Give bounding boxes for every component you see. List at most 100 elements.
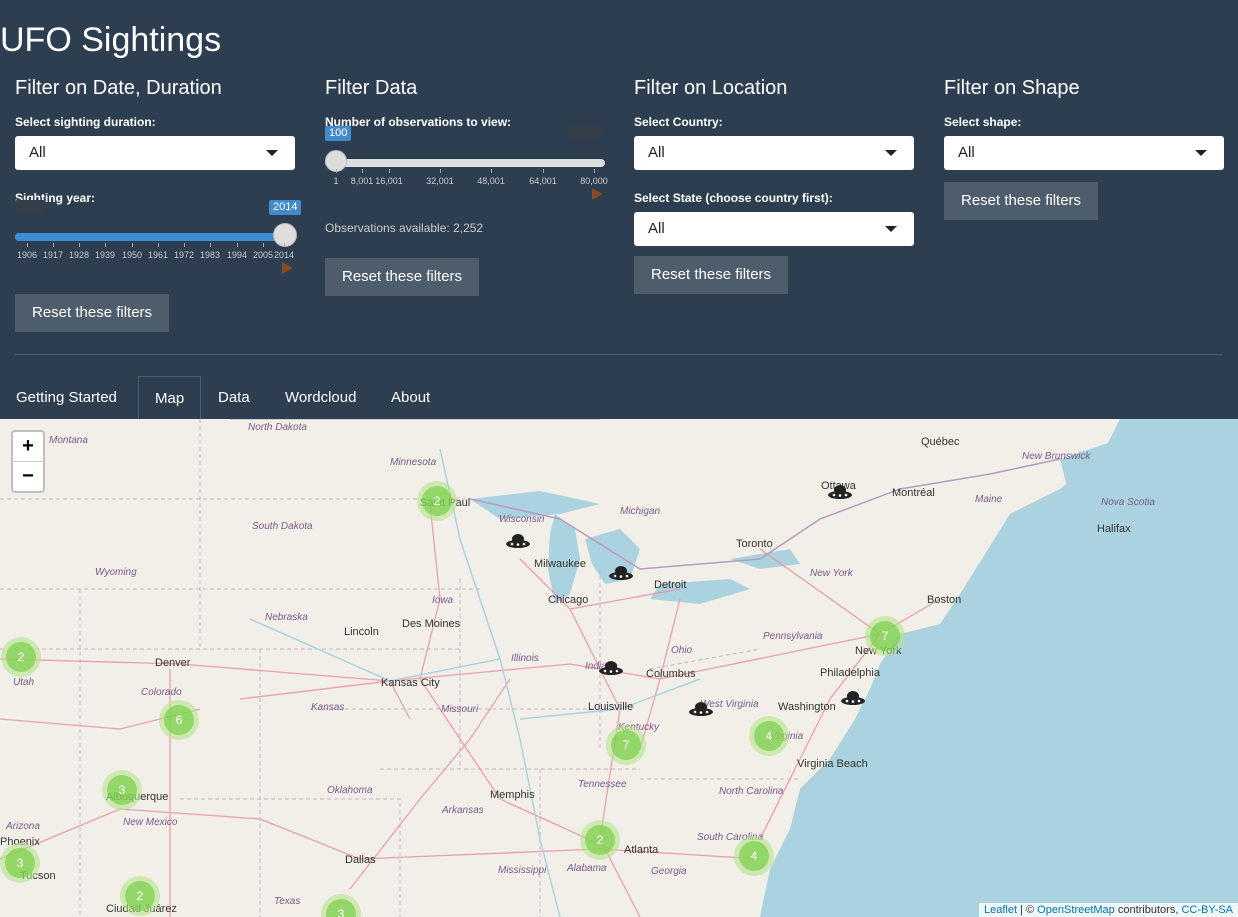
city-label: Columbus xyxy=(646,668,696,680)
obs-tick-mark xyxy=(543,169,544,173)
cluster-count: 2 xyxy=(125,881,155,911)
osm-link[interactable]: OpenStreetMap xyxy=(1037,904,1115,916)
marker-cluster[interactable]: 7 xyxy=(606,725,646,765)
city-label: Denver xyxy=(155,657,191,669)
year-tick-label: 1906 xyxy=(16,250,38,260)
year-tick-mark xyxy=(158,243,159,247)
location-filter-heading: Filter on Location xyxy=(634,77,788,99)
country-select-value: All xyxy=(648,144,665,161)
year-fill xyxy=(15,233,283,241)
marker-cluster[interactable]: 2 xyxy=(1,637,41,677)
cluster-count: 7 xyxy=(611,730,641,760)
shape-select[interactable]: All xyxy=(944,136,1224,170)
shape-filter-heading: Filter on Shape xyxy=(944,77,1080,99)
region-label: Tennessee xyxy=(578,779,627,790)
caret-down-icon xyxy=(885,226,897,232)
region-label: Alabama xyxy=(567,863,607,874)
city-label: Kansas City xyxy=(381,677,440,689)
year-slider[interactable]: 2014 1906 1917 1928 1939 1950 1961 1972 1983 199… xyxy=(15,200,302,270)
obs-play-icon[interactable] xyxy=(592,188,603,200)
tab-about[interactable]: About xyxy=(375,376,446,419)
year-tick-label: 1972 xyxy=(173,250,195,260)
cluster-count: 2 xyxy=(585,825,615,855)
obs-max-bubble xyxy=(567,126,603,139)
year-handle[interactable] xyxy=(273,223,297,247)
ufo-icon[interactable] xyxy=(608,564,634,584)
marker-cluster[interactable]: 2 xyxy=(417,481,457,521)
date-filter-panel: Filter on Date, Duration Select sighting… xyxy=(15,74,295,206)
zoom-out-button[interactable]: − xyxy=(13,462,43,491)
marker-cluster[interactable]: 4 xyxy=(749,716,789,756)
reset-date-button[interactable]: Reset these filters xyxy=(15,294,170,332)
caret-down-icon xyxy=(1195,150,1207,156)
ufo-icon[interactable] xyxy=(688,700,714,720)
zoom-in-button[interactable]: + xyxy=(13,432,43,462)
obs-slider[interactable]: 100 1 8,001 16,001 32,001 48,001 64,001 80,000 xyxy=(325,126,608,196)
tab-wordcloud[interactable]: Wordcloud xyxy=(269,376,372,419)
region-label: Missouri xyxy=(441,704,479,715)
region-label: New York xyxy=(810,568,853,579)
observations-available: Observations available: 2,252 xyxy=(325,221,484,235)
region-label: Texas xyxy=(274,896,301,907)
year-play-icon[interactable] xyxy=(282,262,293,274)
region-label: Wisconsin xyxy=(499,514,545,525)
reset-data-button[interactable]: Reset these filters xyxy=(325,258,480,296)
map-view[interactable]: Montana North Dakota Minnesota South Dakota… xyxy=(0,419,1238,917)
duration-label: Select sighting duration: xyxy=(15,115,156,129)
country-select[interactable]: All xyxy=(634,136,914,170)
city-label: Lincoln xyxy=(344,626,379,638)
region-label: Michigan xyxy=(620,506,661,517)
city-label: Québec xyxy=(921,436,960,448)
ufo-icon[interactable] xyxy=(505,532,531,552)
obs-tick-label: 80,000 xyxy=(580,176,608,186)
marker-cluster[interactable]: 4 xyxy=(734,836,774,876)
tab-getting-started[interactable]: Getting Started xyxy=(0,376,133,419)
region-label: Georgia xyxy=(651,866,687,877)
state-label: Select State (choose country first): xyxy=(634,191,833,205)
ufo-icon[interactable] xyxy=(827,483,853,503)
marker-cluster[interactable]: 3 xyxy=(102,770,142,810)
cluster-count: 2 xyxy=(6,642,36,672)
obs-tick-mark xyxy=(440,169,441,173)
region-label: North Carolina xyxy=(719,786,784,797)
app-title: UFO Sightings xyxy=(0,21,222,59)
obs-tick-mark xyxy=(389,169,390,173)
attribution-contrib: contributors, xyxy=(1114,904,1182,916)
tab-data[interactable]: Data xyxy=(202,376,266,419)
location-filter-panel: Filter on Location Select Country: All S… xyxy=(634,74,914,246)
ufo-icon[interactable] xyxy=(598,659,624,679)
marker-cluster[interactable]: 2 xyxy=(120,876,160,916)
obs-label: Number of observations to view: xyxy=(325,115,512,129)
ufo-icon[interactable] xyxy=(840,689,866,709)
tab-map[interactable]: Map xyxy=(138,376,202,419)
reset-shape-button[interactable]: Reset these filters xyxy=(944,182,1099,220)
year-tick-mark xyxy=(79,243,80,247)
state-select[interactable]: All xyxy=(634,212,914,246)
city-label: Atlanta xyxy=(624,844,659,856)
license-link[interactable]: CC-BY-SA xyxy=(1181,904,1233,916)
city-label: Boston xyxy=(927,594,962,606)
leaflet-link[interactable]: Leaflet xyxy=(984,904,1017,916)
country-label: Select Country: xyxy=(634,115,723,129)
marker-cluster[interactable]: 3 xyxy=(0,843,40,883)
marker-cluster[interactable]: 2 xyxy=(580,820,620,860)
duration-select[interactable]: All xyxy=(15,136,295,170)
obs-tick-label: 32,001 xyxy=(426,176,454,186)
cluster-count: 7 xyxy=(870,621,900,651)
marker-cluster[interactable]: 6 xyxy=(159,700,199,740)
reset-location-button[interactable]: Reset these filters xyxy=(634,256,789,294)
year-tick-label: 1917 xyxy=(42,250,64,260)
city-label: Memphis xyxy=(490,789,535,801)
obs-tick-mark xyxy=(362,169,363,173)
region-label: Nova Scotia xyxy=(1101,497,1155,508)
year-tick-mark xyxy=(237,243,238,247)
region-label: Wyoming xyxy=(95,567,137,578)
marker-cluster[interactable]: 7 xyxy=(865,616,905,656)
shape-label: Select shape: xyxy=(944,115,1022,129)
region-label: Ohio xyxy=(671,645,693,656)
year-min-bubble xyxy=(15,200,45,213)
year-label: Sighting year: xyxy=(15,191,96,205)
data-filter-heading: Filter Data xyxy=(325,77,418,99)
obs-tick-label: 64,001 xyxy=(529,176,557,186)
city-label: Washington xyxy=(778,701,836,713)
